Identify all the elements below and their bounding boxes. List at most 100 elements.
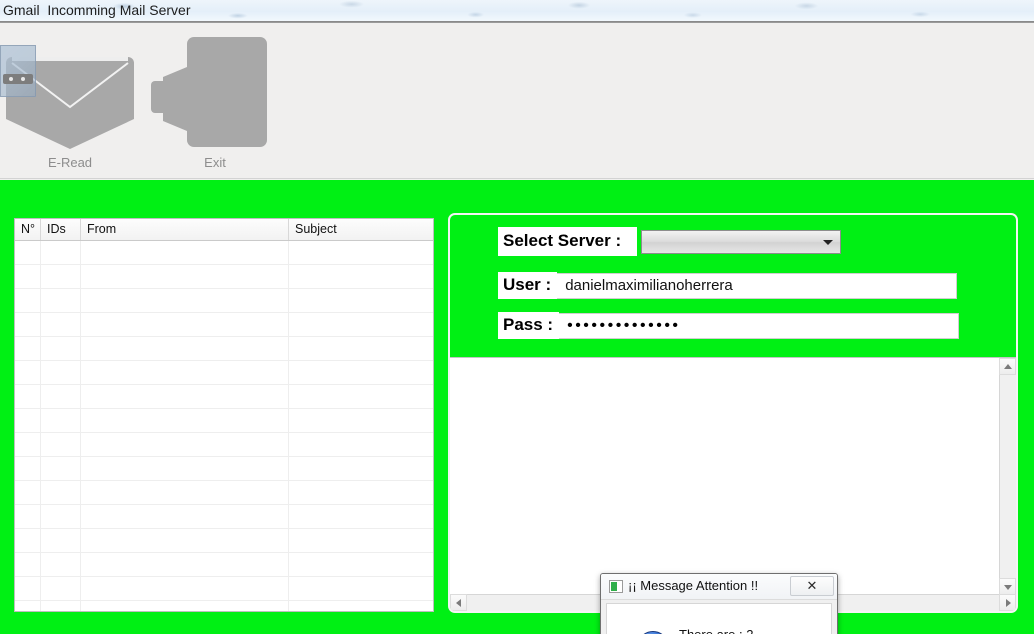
table-cell [289, 601, 433, 611]
table-cell [15, 241, 41, 264]
table-row[interactable] [15, 529, 433, 553]
table-cell [41, 265, 81, 288]
table-cell [289, 313, 433, 336]
server-settings-panel: Select Server : Gmail Incomming Mail Ser… [448, 213, 1018, 613]
table-row[interactable] [15, 457, 433, 481]
table-cell [15, 505, 41, 528]
dialog-caption: ¡¡ Message Attention !! [628, 578, 759, 593]
table-cell [289, 337, 433, 360]
table-row[interactable] [15, 241, 433, 265]
table-cell [41, 529, 81, 552]
table-cell [289, 481, 433, 504]
table-row[interactable] [15, 553, 433, 577]
pass-input[interactable]: •••••••••••••• [559, 312, 960, 339]
table-cell [41, 241, 81, 264]
scroll-left-button[interactable] [450, 594, 467, 611]
table-cell [41, 337, 81, 360]
column-header-ids[interactable]: IDs [41, 219, 81, 240]
table-row[interactable] [15, 313, 433, 337]
table-cell [41, 505, 81, 528]
user-input[interactable]: danielmaximilianoherrera [557, 272, 958, 299]
table-cell [41, 481, 81, 504]
pass-field-row: Pass : •••••••••••••• [498, 312, 960, 339]
column-header-from[interactable]: From [81, 219, 289, 240]
table-row[interactable] [15, 361, 433, 385]
table-cell [41, 385, 81, 408]
table-cell [81, 385, 289, 408]
table-cell [81, 337, 289, 360]
dialog-message: There are : 2 message on the server 1 44… [679, 627, 811, 634]
pass-label: Pass : [498, 312, 560, 339]
table-row[interactable] [15, 265, 433, 289]
exit-button-label: Exit [204, 155, 226, 170]
table-cell [15, 337, 41, 360]
application-window: Gmail Incomming Mail Server E-Read Exit [0, 0, 1034, 634]
table-row[interactable] [15, 505, 433, 529]
scroll-down-button[interactable] [999, 578, 1016, 595]
eread-button-label: E-Read [47, 155, 93, 170]
table-cell [289, 385, 433, 408]
table-cell [81, 265, 289, 288]
table-cell [41, 457, 81, 480]
table-cell [15, 433, 41, 456]
table-cell [289, 433, 433, 456]
table-cell [289, 457, 433, 480]
table-cell [41, 433, 81, 456]
table-cell [41, 409, 81, 432]
window-system-overlay [0, 45, 36, 97]
table-cell [15, 265, 41, 288]
table-cell [15, 289, 41, 312]
dialog-close-button[interactable]: ✕ [790, 576, 834, 596]
vertical-scrollbar[interactable] [999, 358, 1016, 595]
table-cell [289, 553, 433, 576]
window-title: Gmail Incomming Mail Server [3, 2, 191, 18]
table-cell [289, 265, 433, 288]
table-row[interactable] [15, 385, 433, 409]
table-cell [289, 409, 433, 432]
application-icon [609, 580, 623, 593]
server-field-row: Select Server : Gmail Incomming Mail Ser… [498, 227, 841, 256]
column-header-subject[interactable]: Subject [289, 219, 433, 240]
table-row[interactable] [15, 289, 433, 313]
server-settings-fields: Select Server : Gmail Incomming Mail Ser… [450, 215, 1016, 357]
scroll-right-button[interactable] [999, 594, 1016, 611]
table-cell [289, 361, 433, 384]
scroll-up-button[interactable] [999, 358, 1016, 375]
mail-grid-header: N° IDs From Subject [15, 219, 433, 241]
mail-grid[interactable]: N° IDs From Subject [14, 218, 434, 612]
message-attention-dialog: ¡¡ Message Attention !! ✕ There are : 2 … [600, 573, 838, 634]
dialog-body: There are : 2 message on the server 1 44… [606, 603, 832, 634]
table-row[interactable] [15, 577, 433, 601]
table-cell [81, 241, 289, 264]
table-row[interactable] [15, 601, 433, 611]
table-cell [81, 553, 289, 576]
table-cell [81, 481, 289, 504]
table-cell [15, 385, 41, 408]
window-titlebar: Gmail Incomming Mail Server [0, 0, 1034, 21]
table-cell [289, 505, 433, 528]
table-row[interactable] [15, 481, 433, 505]
table-cell [81, 529, 289, 552]
table-cell [81, 409, 289, 432]
column-header-number[interactable]: N° [15, 219, 41, 240]
select-server-label: Select Server : [498, 227, 637, 256]
exit-door-icon [151, 37, 267, 147]
exit-button[interactable]: Exit [145, 29, 285, 177]
table-row[interactable] [15, 337, 433, 361]
table-cell [81, 505, 289, 528]
triangle-up-icon [1003, 363, 1012, 369]
table-cell [41, 361, 81, 384]
table-cell [289, 289, 433, 312]
table-cell [41, 313, 81, 336]
user-label: User : [498, 272, 558, 299]
mail-grid-body [15, 241, 433, 611]
close-icon: ✕ [806, 578, 818, 593]
table-row[interactable] [15, 409, 433, 433]
table-row[interactable] [15, 433, 433, 457]
server-select[interactable]: Gmail Incomming Mail Server [641, 229, 841, 254]
triangle-right-icon [1005, 598, 1011, 607]
table-cell [81, 577, 289, 600]
table-cell [81, 361, 289, 384]
table-cell [15, 313, 41, 336]
table-cell [41, 289, 81, 312]
